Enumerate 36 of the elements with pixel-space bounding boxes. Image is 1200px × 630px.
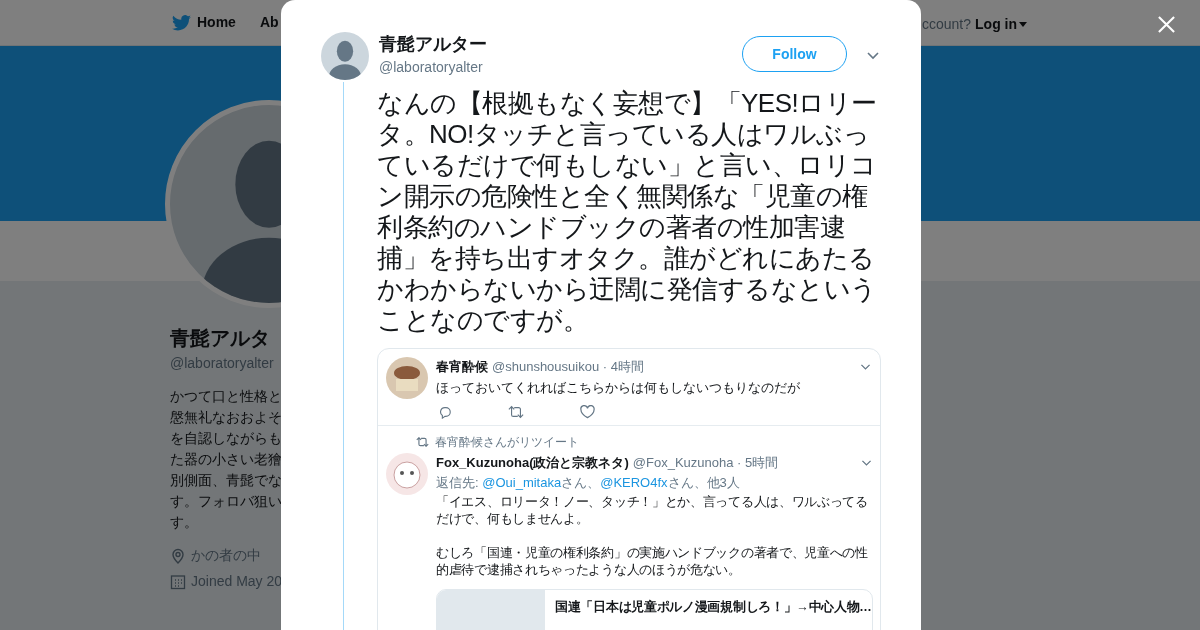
location-pin-icon: [170, 547, 186, 564]
home-link[interactable]: Home: [197, 12, 236, 33]
retweet-icon: [416, 437, 429, 447]
profile-handle: @laboratoryalter: [170, 354, 274, 373]
user-name: 春宵酔候: [436, 358, 488, 376]
handle-and-time: @shunshousuikou · 4時間: [492, 358, 644, 376]
mention-link[interactable]: @KERO4fx: [600, 474, 668, 490]
user-avatar: [386, 357, 428, 399]
retweet-icon[interactable]: [508, 405, 524, 419]
quoted-tweet-text: ほっておいてくれればこちらからは何もしないつもりなのだが: [436, 378, 801, 397]
mention-link[interactable]: @Oui_mitaka: [482, 474, 562, 490]
retweeted-tweet-text: 「イエス、ロリータ！ノー、タッチ！」とか、言ってる人は、ワルぶってるだけで、何もしませんよ。: [436, 494, 869, 528]
heart-icon[interactable]: [580, 405, 595, 419]
account-prompt: ccount?: [922, 15, 972, 34]
profile-name: 青髭アルタ: [170, 326, 270, 351]
author-name[interactable]: 青髭アルター: [379, 33, 487, 55]
handle-and-time: @Fox_Kuzunoha · 5時間: [632, 454, 779, 472]
attached-screenshot[interactable]: [377, 348, 881, 630]
tweet-text: なんの【根拠もなく妄想で】「YES!ロリータ。NO!タッチと言っている人はワルぶっているだけで何もしない」と言い、ロリコン開示の危険性と全く無関係な「児童の権利条約のハンドブックの著者の性加害逮捕」を持ち出すオタク。誰がどれにあたるかわからないから迂闊に発信するなということなのですが。: [377, 88, 878, 336]
joined-date: Joined May 20: [191, 572, 283, 591]
profile-bio: かつて口と性格と 慇無礼なおおよそ を自認しながらも た器の小さい老獪 別側面、青髭でな す。フォロバ狙い す。: [170, 387, 282, 532]
close-icon[interactable]: [1157, 15, 1176, 34]
retweeted-tweet-text: むしろ「国連・児童の権利条約」の実施ハンドブックの著者で、児童への性的虐待で逮捕されちゃったような人のほうが危ない。: [436, 545, 869, 579]
reply-to-line: 返信先: @Oui_mitakaさん、@KERO4fx さん、他3人: [436, 473, 741, 492]
about-link[interactable]: Ab: [259, 12, 279, 33]
author-avatar[interactable]: [321, 32, 369, 80]
login-link[interactable]: Log in: [975, 14, 1028, 35]
link-card[interactable]: 国連「日本は児童ポルノ漫画規制しろ！」→中心人物…: [436, 589, 873, 630]
author-handle[interactable]: @laboratoryalter: [379, 57, 487, 78]
user-avatar: [386, 453, 428, 495]
user-name: Fox_Kuzunoha(政治と宗教ネタ): [436, 454, 629, 472]
profile-location: かの者の中: [191, 546, 261, 565]
card-title: 国連「日本は児童ポルノ漫画規制しろ！」→中心人物…: [555, 598, 872, 616]
retweet-note: 春宵酔候さんがリツイート: [435, 434, 579, 451]
calendar-icon: [170, 573, 186, 590]
reply-icon[interactable]: [438, 405, 452, 419]
